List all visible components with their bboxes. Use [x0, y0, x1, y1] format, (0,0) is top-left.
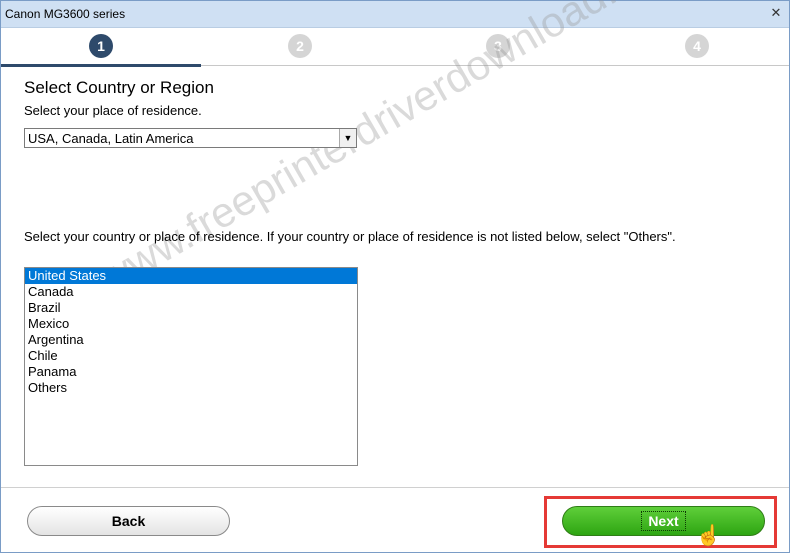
- page-title: Select Country or Region: [24, 78, 214, 97]
- region-dropdown-value: USA, Canada, Latin America: [28, 131, 194, 146]
- hand-cursor-icon: ☝: [696, 525, 721, 547]
- step-progress: 1 2 3 4: [1, 28, 789, 67]
- step-4-indicator: 4: [685, 34, 709, 58]
- list-item[interactable]: Brazil: [25, 300, 357, 316]
- chevron-down-icon[interactable]: ▼: [339, 129, 356, 147]
- list-item[interactable]: Mexico: [25, 316, 357, 332]
- footer-divider: [1, 487, 789, 488]
- active-step-underline: [1, 64, 201, 67]
- list-item[interactable]: Chile: [25, 348, 357, 364]
- list-item[interactable]: Others: [25, 380, 357, 396]
- step-1-indicator: 1: [89, 34, 113, 58]
- title-bar: Canon MG3600 series ✕: [1, 1, 789, 28]
- window-title: Canon MG3600 series: [5, 7, 126, 21]
- back-button[interactable]: Back: [27, 506, 230, 536]
- next-button[interactable]: Next: [562, 506, 765, 536]
- next-button-label: Next: [641, 511, 686, 531]
- list-item[interactable]: Argentina: [25, 332, 357, 348]
- list-item[interactable]: Panama: [25, 364, 357, 380]
- close-icon[interactable]: ✕: [769, 6, 783, 20]
- region-dropdown[interactable]: USA, Canada, Latin America ▼: [24, 128, 357, 148]
- step-2-indicator: 2: [288, 34, 312, 58]
- residence-prompt: Select your place of residence.: [24, 103, 202, 118]
- list-item[interactable]: Canada: [25, 284, 357, 300]
- country-listbox[interactable]: United States Canada Brazil Mexico Argen…: [24, 267, 358, 466]
- list-item[interactable]: United States: [25, 268, 357, 284]
- installer-window: Canon MG3600 series ✕ 1 2 3 4 www.freepr…: [0, 0, 790, 553]
- country-prompt: Select your country or place of residenc…: [24, 229, 676, 244]
